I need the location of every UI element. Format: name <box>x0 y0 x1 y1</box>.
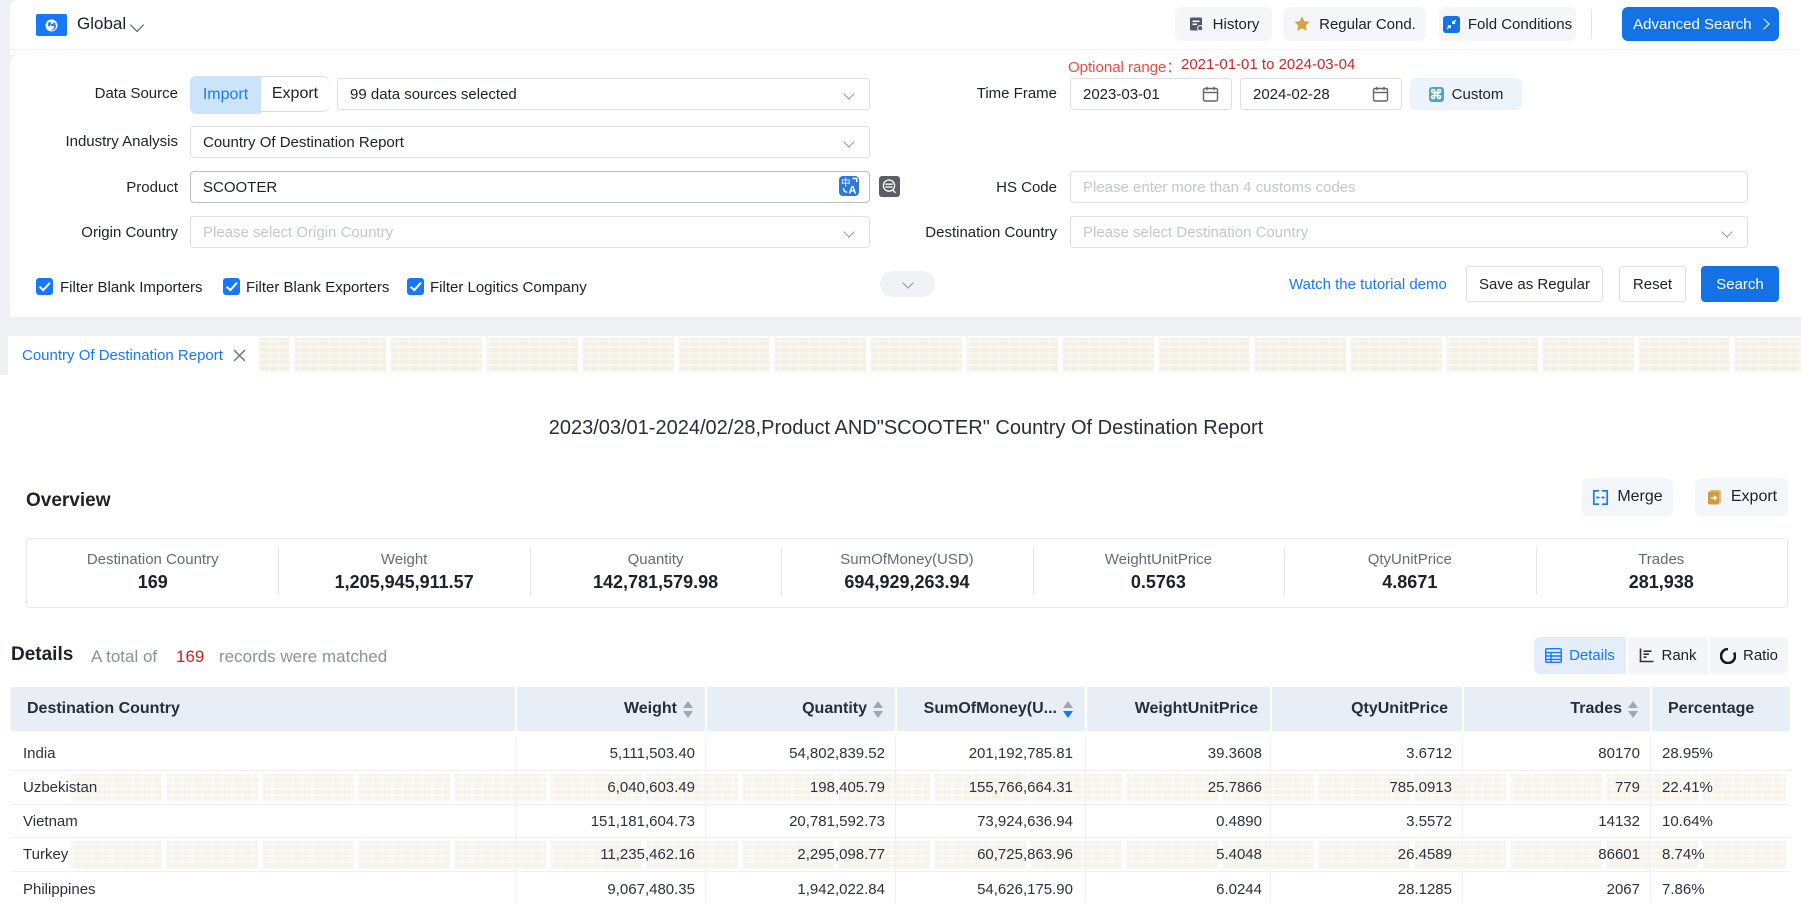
svg-text:A: A <box>849 185 857 197</box>
